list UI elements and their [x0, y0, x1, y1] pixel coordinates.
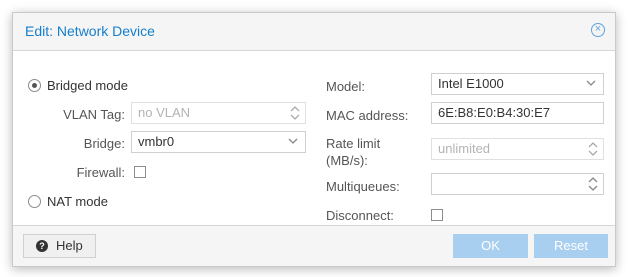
rate-limit-input[interactable]: unlimited: [431, 138, 604, 160]
bridge-label: Bridge:: [83, 136, 125, 151]
firewall-checkbox[interactable]: [134, 166, 146, 178]
rate-limit-label: Rate limit: [326, 136, 381, 151]
multiqueues-input[interactable]: [431, 173, 604, 195]
disconnect-checkbox[interactable]: [431, 209, 443, 221]
nat-mode-radio[interactable]: [28, 195, 41, 208]
vlan-tag-label: VLAN Tag:: [63, 107, 125, 122]
close-icon[interactable]: ×: [591, 23, 605, 37]
dialog-body: Bridged mode VLAN Tag: no VLAN Bridge: v…: [13, 51, 615, 227]
ok-button[interactable]: OK: [453, 234, 528, 258]
edit-network-device-dialog: Edit: Network Device × Bridged mode VLAN…: [12, 12, 616, 267]
nat-mode-label: NAT mode: [47, 194, 108, 209]
chevron-down-icon: [288, 138, 298, 144]
mac-address-label: MAC address:: [326, 108, 409, 123]
help-button[interactable]: ? Help: [23, 234, 96, 258]
disconnect-label: Disconnect:: [326, 208, 394, 223]
reset-button-label: Reset: [554, 238, 588, 253]
help-button-label: Help: [56, 238, 83, 253]
spinner-icon[interactable]: [290, 105, 300, 121]
bridge-value: vmbr0: [138, 134, 175, 149]
help-icon: ?: [36, 240, 48, 252]
model-select[interactable]: Intel E1000: [431, 73, 604, 95]
dialog-header: Edit: Network Device ×: [13, 13, 615, 51]
mac-address-input[interactable]: 6E:B8:E0:B4:30:E7: [431, 102, 604, 124]
reset-button[interactable]: Reset: [534, 234, 608, 258]
spinner-icon[interactable]: [588, 176, 598, 192]
model-label: Model:: [326, 79, 366, 94]
spinner-icon[interactable]: [588, 141, 598, 157]
model-value: Intel E1000: [438, 76, 504, 91]
ok-button-label: OK: [481, 238, 500, 253]
bridged-mode-label: Bridged mode: [47, 78, 128, 93]
firewall-label: Firewall:: [76, 165, 125, 180]
rate-limit-placeholder: unlimited: [438, 141, 491, 156]
bridge-select[interactable]: vmbr0: [131, 131, 306, 153]
rate-limit-unit-label: (MB/s):: [326, 153, 368, 168]
vlan-tag-input[interactable]: no VLAN: [131, 102, 306, 124]
dialog-footer: ? Help OK Reset: [13, 225, 615, 266]
chevron-down-icon: [586, 80, 596, 86]
mac-address-value: 6E:B8:E0:B4:30:E7: [438, 105, 551, 120]
bridged-mode-radio[interactable]: [28, 79, 41, 92]
multiqueues-label: Multiqueues:: [326, 179, 400, 194]
dialog-title: Edit: Network Device: [25, 23, 155, 39]
vlan-tag-placeholder: no VLAN: [138, 105, 191, 120]
